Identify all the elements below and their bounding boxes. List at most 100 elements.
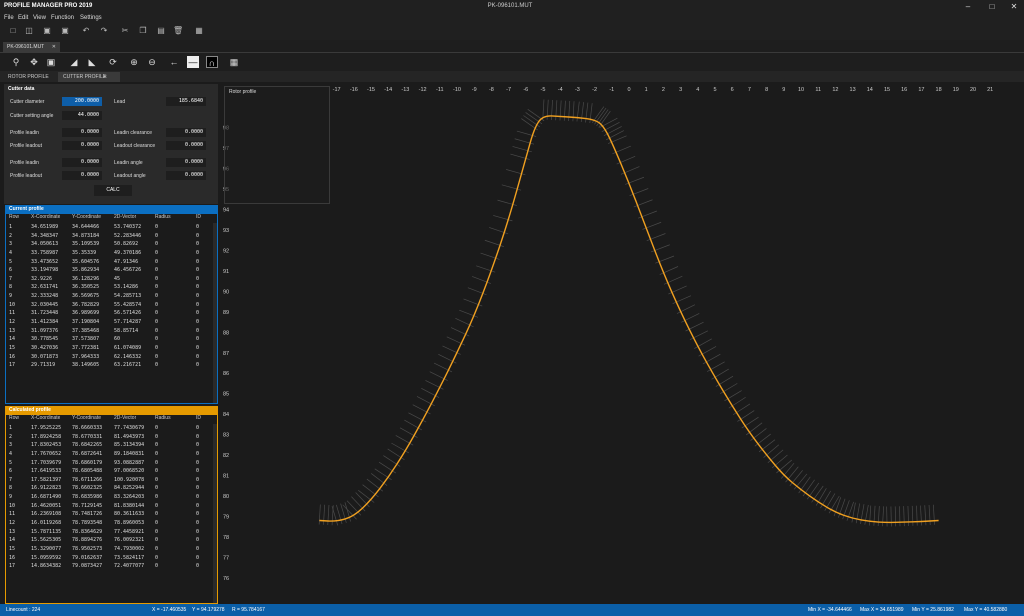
table-cell: 52.283446 [114,232,142,239]
table-cell: 14 [9,336,16,343]
refresh-icon[interactable]: ⟳ [107,56,119,68]
line-mode-icon[interactable]: — [187,56,199,68]
table-row[interactable]: 16 15.0959592 79.0162637 73.5824117 0 0 [6,554,217,563]
tab-document[interactable]: PK-096101.MUT ✕ [3,42,60,53]
menu-settings[interactable]: Settings [80,13,102,23]
table-row[interactable]: 6 17.6419533 78.6805488 97.0068520 0 0 [6,467,217,476]
menu-file[interactable]: File [4,13,14,23]
table-row[interactable]: 10 32.030445 36.782829 55.428574 0 0 [6,301,217,310]
lead-field[interactable]: 185.6840 [166,97,206,106]
table-row[interactable]: 7 32.9226 36.128296 45 0 0 [6,275,217,284]
minimize-icon[interactable]: – [960,1,976,12]
leadin-clearance-field[interactable]: 0.0000 [166,128,206,137]
save-icon[interactable]: ▣ [42,26,52,36]
table-row[interactable]: 11 31.723448 36.989699 56.571426 0 0 [6,309,217,318]
profile-leadin2-field[interactable]: 0.0000 [62,158,102,167]
table-row[interactable]: 17 14.8634382 79.0873427 72.4077077 0 0 [6,562,217,571]
table-row[interactable]: 3 34.050613 35.109539 50.82692 0 0 [6,240,217,249]
table-row[interactable]: 3 17.8302453 78.6842265 85.3134394 0 0 [6,441,217,450]
table-row[interactable]: 13 31.097376 37.385468 58.85714 0 0 [6,327,217,336]
profile-plot-svg[interactable]: -17 -16 -15 -14 -13 -12 -11 -10 -9 -8 -7 -6 -5 -4 -3 -2… [220,82,1024,604]
table-row[interactable]: 6 33.194798 35.862934 46.456726 0 0 [6,266,217,275]
mirror-right-icon[interactable]: ◣ [86,56,98,68]
table-row[interactable]: 1 17.9525225 78.6660333 77.7430679 0 0 [6,424,217,433]
maximize-icon[interactable]: □ [984,1,1000,12]
table-row[interactable]: 7 17.5821397 78.6711266 100.920078 0 0 [6,476,217,485]
copy-icon[interactable]: ❐ [138,26,148,36]
undo-icon[interactable]: ↶ [81,26,91,36]
paste-icon[interactable]: ▤ [156,26,166,36]
profile-mode-icon[interactable]: ∩ [206,56,218,68]
table-row[interactable]: 11 16.2369108 78.7481726 80.3611633 0 0 [6,510,217,519]
scrollbar[interactable] [213,223,217,403]
table-cell: 35.862934 [72,267,100,274]
table-row[interactable]: 2 34.348347 34.873184 52.283446 0 0 [6,232,217,241]
profile-leadout2-field[interactable]: 0.0000 [62,171,102,180]
close-icon[interactable]: ✕ [1006,1,1022,12]
grid-icon[interactable]: ▦ [228,56,240,68]
x-tick-label: 10 [798,87,804,93]
fit-icon[interactable]: ▣ [45,56,57,68]
table-row[interactable]: 9 32.333248 36.569675 54.285713 0 0 [6,292,217,301]
close-tab-icon[interactable]: ✕ [52,42,56,53]
menu-view[interactable]: View [33,13,46,23]
table-row[interactable]: 5 17.7039679 78.6860179 93.0882887 0 0 [6,459,217,468]
table-cell: 1 [9,425,13,431]
table-row[interactable]: 4 33.758987 35.35339 49.370186 0 0 [6,249,217,258]
table-row[interactable]: 2 17.8924258 78.6770331 81.4943973 0 0 [6,433,217,442]
scrollbar[interactable] [213,424,217,603]
delete-icon[interactable]: 🗑 [173,26,183,36]
table-row[interactable]: 5 33.473652 35.604576 47.91346 0 0 [6,258,217,267]
table-row[interactable]: 13 15.7871135 78.8364629 77.4458921 0 0 [6,528,217,537]
menu-function[interactable]: Function [51,13,74,23]
x-tick-label: 9 [782,87,785,93]
pan-icon[interactable]: ✥ [28,56,40,68]
profile-leadin-field[interactable]: 0.0000 [62,128,102,137]
table-row[interactable]: 16 30.071873 37.964333 62.146332 0 0 [6,353,217,362]
table-row[interactable]: 17 29.71319 38.149605 63.216721 0 0 [6,361,217,370]
menu-edit[interactable]: Edit [18,13,28,23]
table-row[interactable]: 14 30.778545 37.573807 60 0 0 [6,335,217,344]
leadin-angle-field[interactable]: 0.0000 [166,158,206,167]
calc-button[interactable]: CALC [94,185,132,196]
cutter-diameter-field[interactable]: 200.0000 [62,97,102,106]
y-tick-label: 92 [223,248,229,254]
tab-cutter-profile[interactable]: CUTTER PROFILE [58,72,121,82]
calculated-profile-table[interactable]: Row X-Coordinate Y-Coordinate 2D-Vector … [5,415,218,604]
table-row[interactable]: 12 16.0119268 78.7893548 78.8960053 0 0 [6,519,217,528]
table-row[interactable]: 1 34.651989 34.644466 53.740372 0 0 [6,223,217,232]
profile-plot[interactable]: -17 -16 -15 -14 -13 -12 -11 -10 -9 -8 -7 -6 -5 -4 -3 -2… [220,82,1024,604]
table-row[interactable]: 8 16.9122823 78.6602325 84.8252944 0 0 [6,484,217,493]
leadout-clearance-field[interactable]: 0.0000 [166,141,206,150]
save-as-icon[interactable]: ▣ [60,26,70,36]
mirror-left-icon[interactable]: ◢ [68,56,80,68]
close-subtab-icon[interactable]: ✕ [103,72,107,82]
table-cell: 93.0882887 [114,459,145,466]
table-cell: 84.8252944 [114,485,145,492]
cut-icon[interactable]: ✂ [120,26,130,36]
table-row[interactable]: 10 16.4620051 78.7129145 81.8380144 0 0 [6,502,217,511]
cutter-angle-field[interactable]: 44.0000 [62,111,102,120]
table-row[interactable]: 8 32.631741 36.350525 53.14286 0 0 [6,283,217,292]
leadout-angle-field[interactable]: 0.0000 [166,171,206,180]
table-row[interactable]: 4 17.7670652 78.6872641 89.1840831 0 0 [6,450,217,459]
profile-leadout2-label: Profile leadout [10,173,42,179]
zoom-in-icon[interactable]: ⊕ [128,56,140,68]
profile-leadout-field[interactable]: 0.0000 [62,141,102,150]
arrow-left-icon[interactable]: ← [168,56,180,68]
rotor-profile-overlay[interactable]: Rotor profile [224,86,330,204]
table-row[interactable]: 12 31.412384 37.190804 57.714287 0 0 [6,318,217,327]
zoom-out-icon[interactable]: ⊖ [146,56,158,68]
current-profile-table[interactable]: Row X-Coordinate Y-Coordinate 2D-Vector … [5,214,218,404]
table-row[interactable]: 15 30.427036 37.772381 61.074089 0 0 [6,344,217,353]
redo-icon[interactable]: ↷ [99,26,109,36]
open-icon[interactable]: ◫ [24,26,34,36]
zoom-icon[interactable]: ⚲ [10,56,22,68]
table-row[interactable]: 9 16.6871490 78.6835986 83.3264203 0 0 [6,493,217,502]
calculator-icon[interactable]: ▦ [194,26,204,36]
table-cell: 8 [9,284,13,291]
table-row[interactable]: 15 15.3290077 78.9502573 74.7930002 0 0 [6,545,217,554]
new-icon[interactable]: □ [8,26,18,36]
tab-rotor-profile[interactable]: ROTOR PROFILE [3,72,54,82]
table-row[interactable]: 14 15.5625305 78.8894276 76.0092321 0 0 [6,536,217,545]
